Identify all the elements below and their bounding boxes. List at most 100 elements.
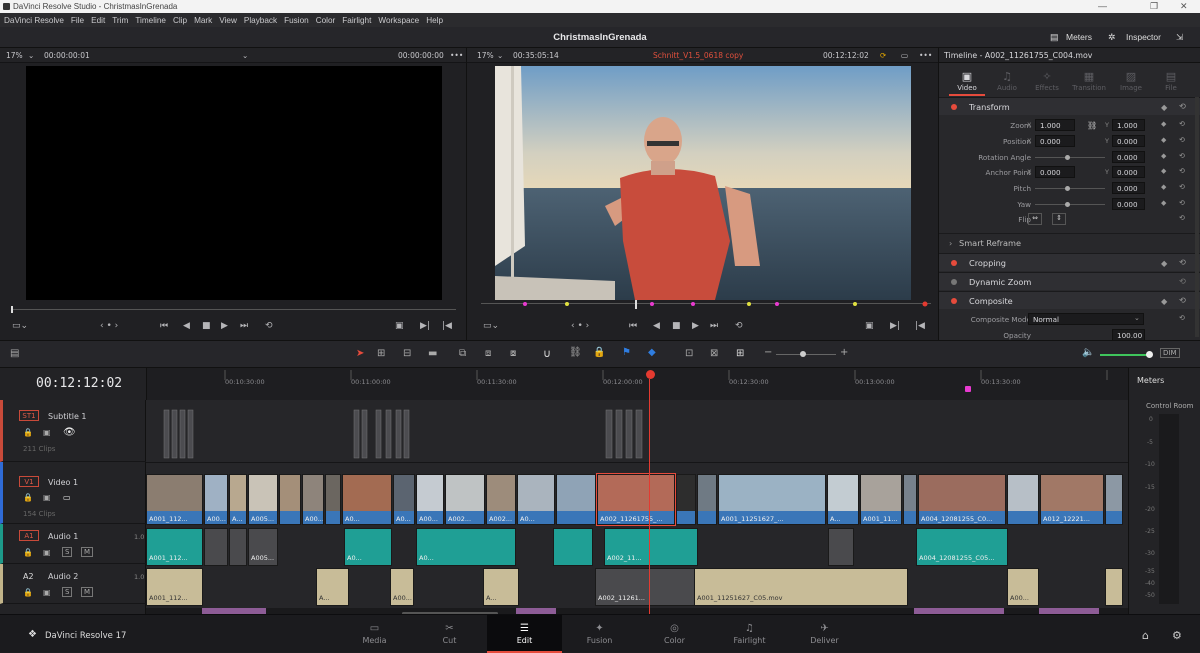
audio-clip[interactable]: A001_11251627_C05.mov (694, 568, 908, 606)
zoom-slider-knob[interactable] (800, 351, 806, 357)
auto-select-icon[interactable]: ▣ (43, 493, 51, 502)
caption-icon[interactable]: ▣ (43, 428, 51, 437)
timeline-playhead[interactable] (649, 400, 650, 614)
composite-mode-select[interactable]: Normal (1028, 313, 1144, 325)
match-frame-icon[interactable]: ▣ (395, 321, 404, 331)
page-fairlight[interactable]: ♫ Fairlight (712, 615, 787, 653)
video-clip[interactable]: A004_12081255_C0... (918, 474, 1006, 525)
audio-clip[interactable]: A00... (390, 568, 414, 606)
audio-clip[interactable]: A002_11261... (595, 568, 697, 606)
keyframe-icon[interactable]: ◆ (1161, 183, 1166, 191)
timeline-name[interactable]: Schnitt_V1.5_0618 copy (653, 51, 743, 60)
auto-select-icon[interactable]: ▣ (43, 588, 51, 597)
mute-button[interactable]: M (81, 547, 94, 557)
menu-color[interactable]: Color (316, 16, 336, 25)
loop-icon[interactable]: ⟲ (735, 321, 743, 331)
volume-knob[interactable] (1146, 351, 1153, 358)
audio-clip[interactable] (229, 528, 247, 566)
audio-clip[interactable] (204, 528, 228, 566)
video-clip[interactable] (697, 474, 717, 525)
yaw-field[interactable]: 0.000 (1112, 198, 1145, 210)
position-x-field[interactable]: 0.000 (1035, 135, 1075, 147)
video-clip[interactable] (556, 474, 596, 525)
video-clip[interactable]: A0... (393, 474, 415, 525)
viewer-mode-icon[interactable]: ▭⌄ (12, 321, 28, 331)
jog-icon[interactable]: ‹ • › (100, 321, 118, 331)
pitch-slider[interactable] (1035, 188, 1105, 189)
track-id[interactable]: ST1 (19, 410, 39, 421)
audio-clip[interactable]: A00... (1007, 568, 1039, 606)
section-cropping[interactable]: Cropping ◆ ⟲ (939, 253, 1200, 271)
lock-icon[interactable]: 🔒 (23, 493, 33, 502)
rotation-slider[interactable] (1035, 157, 1105, 158)
reset-icon[interactable]: ⟲ (1179, 136, 1185, 144)
video-clip[interactable] (325, 474, 341, 525)
tab-audio[interactable]: ♫ Audio (987, 70, 1027, 92)
minimize-icon[interactable]: — (1098, 1, 1107, 11)
lock-icon[interactable]: 🔒 (23, 428, 33, 437)
keyframe-icon[interactable]: ◆ (1161, 296, 1167, 306)
layout-icon[interactable]: ▤ (10, 348, 19, 359)
eye-icon[interactable]: 👁 (63, 427, 76, 438)
keyframe-icon[interactable]: ◆ (1161, 167, 1166, 175)
tab-transition[interactable]: ▦ Transition (1069, 70, 1109, 92)
flip-horizontal-button[interactable]: ⇔ (1028, 213, 1042, 225)
audio-clip[interactable] (553, 528, 593, 566)
audio-clip[interactable] (828, 528, 854, 566)
enable-toggle[interactable] (951, 104, 957, 110)
sync-icon[interactable]: ⟳ (880, 51, 886, 60)
audio-clip[interactable]: A001_112... (146, 528, 203, 566)
track-id[interactable]: A1 (19, 530, 39, 541)
audio-clip[interactable]: A... (316, 568, 349, 606)
blade-tool-icon[interactable]: ▬ (428, 348, 437, 359)
auto-select-icon[interactable]: ▣ (43, 548, 51, 557)
meters-button[interactable]: Meters (1066, 32, 1092, 42)
video-clip[interactable] (903, 474, 917, 525)
subtitle-clips[interactable] (146, 400, 1128, 462)
mark-in-icon[interactable]: ▶| (890, 321, 900, 331)
flip-vertical-button[interactable]: ⇕ (1052, 213, 1066, 225)
reset-icon[interactable]: ⟲ (1179, 152, 1185, 160)
jog-icon[interactable]: ‹ • › (571, 321, 589, 331)
anchor-x-field[interactable]: 0.000 (1035, 166, 1075, 178)
keyframe-icon[interactable]: ◆ (1161, 152, 1166, 160)
zoom-in-icon[interactable]: + (840, 347, 848, 358)
mute-button[interactable]: M (81, 587, 94, 597)
video-clip[interactable]: A00... (302, 474, 324, 525)
audio2-track-lane[interactable]: A001_112... A... A00... A... A002_11261.… (146, 568, 1128, 606)
meters-icon[interactable]: ▤ (1050, 32, 1059, 43)
go-to-end-icon[interactable]: ⏭ (240, 321, 248, 331)
expand-icon[interactable]: ⇲ (1176, 32, 1183, 43)
audio-clip[interactable]: A0... (416, 528, 516, 566)
enable-toggle[interactable] (951, 260, 957, 266)
section-composite[interactable]: Composite ◆ ⟲ (939, 291, 1200, 309)
mark-out-icon[interactable]: |◀ (915, 321, 925, 331)
link-icon[interactable]: ⛓ (569, 347, 582, 358)
pitch-field[interactable]: 0.000 (1112, 182, 1145, 194)
replace-clip-icon[interactable]: ⧇ (510, 348, 516, 359)
audio-clip[interactable]: A005... (248, 528, 278, 566)
play-icon[interactable]: ▶ (221, 321, 228, 331)
timeline-tracks[interactable]: A001_112... A00... A... A005... A00... A… (146, 400, 1128, 614)
selection-tool-icon[interactable]: ➤ (356, 348, 364, 359)
reset-icon[interactable]: ⟲ (1179, 295, 1186, 305)
video-clip[interactable]: A002... (445, 474, 485, 525)
chevron-down-icon[interactable]: ⌄ (28, 51, 34, 60)
audio1-track-lane[interactable]: A001_112... A005... A0... A0... A002_11.… (146, 528, 1128, 566)
insert-clip-icon[interactable]: ⧉ (459, 348, 466, 359)
video-clip[interactable]: A012_12221... (1040, 474, 1104, 525)
volume-slider[interactable] (1100, 354, 1152, 356)
page-cut[interactable]: ✂ Cut (412, 615, 487, 653)
video-clip[interactable]: A00... (204, 474, 228, 525)
page-fusion[interactable]: ✦ Fusion (562, 615, 637, 653)
reset-icon[interactable]: ⟲ (1179, 214, 1185, 222)
solo-button[interactable]: S (62, 587, 73, 597)
menu-timeline[interactable]: Timeline (135, 16, 166, 25)
more-icon[interactable]: ••• (919, 51, 932, 60)
play-icon[interactable]: ▶ (692, 321, 699, 331)
video-clip[interactable] (1105, 474, 1123, 525)
section-transform[interactable]: Transform ◆ ⟲ (939, 97, 1200, 115)
source-scrubber[interactable] (12, 309, 456, 310)
menu-fusion[interactable]: Fusion (284, 16, 309, 25)
trim-tool-icon[interactable]: ⊞ (377, 348, 385, 359)
